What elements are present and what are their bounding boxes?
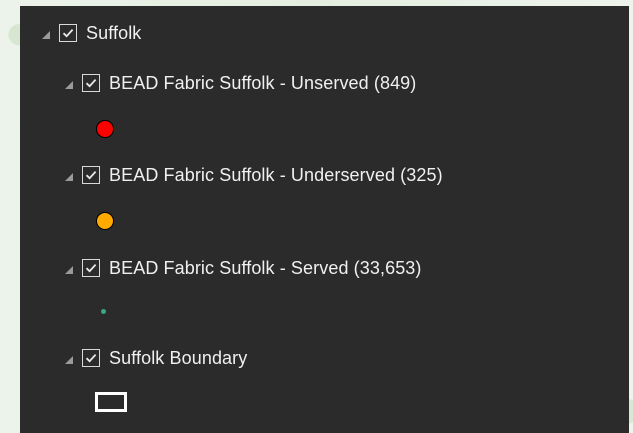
- expanded-triangle-icon[interactable]: [65, 356, 73, 364]
- visibility-checkbox[interactable]: [82, 74, 100, 92]
- expanded-triangle-icon[interactable]: [42, 31, 50, 39]
- group-row-suffolk[interactable]: Suffolk: [42, 20, 141, 46]
- visibility-checkbox[interactable]: [82, 166, 100, 184]
- layer-label: BEAD Fabric Suffolk - Served (33,653): [109, 257, 422, 278]
- underserved-symbol-icon: [96, 212, 114, 230]
- checkmark-icon: [62, 28, 74, 38]
- expanded-triangle-icon[interactable]: [65, 173, 73, 181]
- checkmark-icon: [85, 78, 97, 88]
- layer-row-unserved[interactable]: BEAD Fabric Suffolk - Unserved (849): [65, 70, 416, 96]
- served-symbol-icon: [101, 309, 106, 314]
- group-label: Suffolk: [86, 22, 142, 43]
- layer-row-underserved[interactable]: BEAD Fabric Suffolk - Underserved (325): [65, 162, 443, 188]
- layer-label: BEAD Fabric Suffolk - Underserved (325): [109, 164, 443, 185]
- visibility-checkbox[interactable]: [82, 259, 100, 277]
- layer-label: BEAD Fabric Suffolk - Unserved (849): [109, 72, 417, 93]
- checkmark-icon: [85, 353, 97, 363]
- layer-row-served[interactable]: BEAD Fabric Suffolk - Served (33,653): [65, 255, 422, 281]
- visibility-checkbox[interactable]: [59, 24, 77, 42]
- contents-pane: Suffolk BEAD Fabric Suffolk - Unserved (…: [20, 6, 629, 433]
- layer-label: Suffolk Boundary: [109, 347, 248, 368]
- visibility-checkbox[interactable]: [82, 349, 100, 367]
- expanded-triangle-icon[interactable]: [65, 81, 73, 89]
- layer-row-boundary[interactable]: Suffolk Boundary: [65, 345, 247, 371]
- boundary-symbol-icon: [95, 392, 127, 412]
- checkmark-icon: [85, 263, 97, 273]
- checkmark-icon: [85, 170, 97, 180]
- unserved-symbol-icon: [96, 120, 114, 138]
- expanded-triangle-icon[interactable]: [65, 266, 73, 274]
